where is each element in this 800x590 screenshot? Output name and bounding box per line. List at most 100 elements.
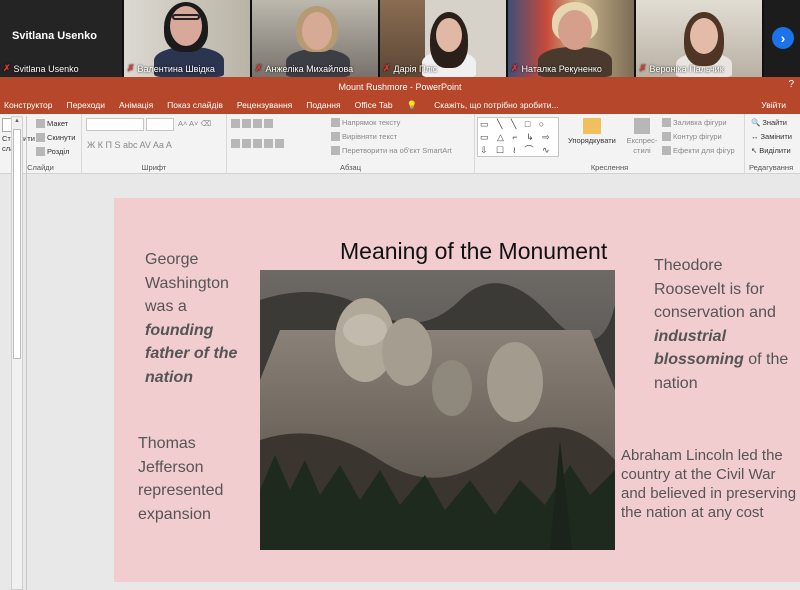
title-bar: Mount Rushmore - PowerPoint ?: [0, 77, 800, 96]
font-grow-shrink[interactable]: A˄ A˅ ⌫: [178, 119, 211, 128]
bullets-icon: [231, 119, 240, 128]
smartart-button[interactable]: Перетворити на об'єкт SmartArt: [331, 146, 452, 155]
window-title: Mount Rushmore - PowerPoint: [338, 81, 462, 92]
align-right-icon: [253, 139, 262, 148]
washington-text-plain: George Washington was a: [145, 251, 229, 315]
participant-name: Валентина Швідка: [137, 63, 215, 74]
shape-effects-label: Ефекти для фігур: [673, 146, 735, 155]
help-icon[interactable]: ?: [788, 79, 794, 90]
find-label: Знайти: [762, 118, 788, 127]
indent-icon: [253, 119, 262, 128]
group-font: A˄ A˅ ⌫ Ж К П S abc AV Aa A Шрифт: [82, 114, 227, 174]
justify-icon: [264, 139, 273, 148]
arrange-icon: [582, 118, 601, 134]
participant-name: Svitlana Usenko: [13, 63, 79, 74]
section-label: Розділ: [47, 147, 70, 156]
numbering-icon: [242, 119, 251, 128]
font-name-input[interactable]: [86, 118, 144, 131]
text-direction-button[interactable]: Напрямок тексту: [331, 118, 400, 127]
align-text-label: Вирівняти текст: [342, 132, 397, 141]
participant-tile-anzhelika[interactable]: ✗ Анжеліка Михайлова: [252, 0, 380, 77]
participant-tile-veronika[interactable]: ✗ Вероніка Пальчик: [636, 0, 764, 77]
mic-off-icon: ✗: [3, 63, 11, 73]
font-size-input[interactable]: [146, 118, 174, 131]
tab-review[interactable]: Рецензування: [237, 100, 292, 110]
slide-title[interactable]: Meaning of the Monument: [340, 238, 607, 265]
tab-transitions[interactable]: Переходи: [66, 100, 105, 110]
shapes-gallery[interactable]: ▭ ╲ ╲ □ ○ ▭ △ ⌐ ↳ ⇨ ⇩ ☐ ≀ ⌒ ∿ { } ☆: [477, 117, 559, 157]
roosevelt-text[interactable]: Theodore Roosevelt is for conservation a…: [654, 254, 789, 395]
scroll-up-icon[interactable]: ▲: [14, 118, 20, 124]
tell-me-text: Скажіть, що потрібно зробити...: [434, 100, 559, 110]
ribbon: Створити слайд Макет Скинути Розділ Слай…: [0, 114, 800, 174]
mic-off-icon: ✗: [639, 63, 647, 73]
group-editing: 🔍 Знайти ↔ Замінити ↖ Виділити Редагування: [745, 114, 800, 174]
lincoln-text[interactable]: Abraham Lincoln led the country at the C…: [621, 446, 799, 522]
pen-icon: [662, 132, 671, 141]
mic-off-icon: ✗: [127, 63, 135, 73]
shape-fill-button[interactable]: Заливка фігури: [662, 118, 727, 127]
jefferson-text[interactable]: Thomas Jefferson represented expansion: [138, 432, 243, 526]
font-format-row[interactable]: Ж К П S abc AV Aa A: [87, 140, 172, 150]
lightbulb-icon: 💡: [406, 99, 418, 110]
pane-divider[interactable]: [26, 116, 27, 590]
reset-icon: [36, 133, 45, 142]
tab-slideshow[interactable]: Показ слайдів: [167, 100, 223, 110]
shape-effects-button[interactable]: Ефекти для фігур: [662, 146, 735, 155]
mic-off-icon: ✗: [511, 63, 519, 73]
replace-button[interactable]: ↔ Замінити: [751, 132, 792, 141]
tab-animations[interactable]: Анімація: [119, 100, 153, 110]
scrollbar-thumb[interactable]: [13, 129, 21, 359]
align-buttons[interactable]: [231, 139, 284, 148]
text-direction-label: Напрямок тексту: [342, 118, 401, 127]
align-center-icon: [242, 139, 251, 148]
smartart-icon: [331, 146, 340, 155]
quick-styles-icon: [634, 118, 650, 134]
section-icon: [36, 147, 45, 156]
layout-button[interactable]: Макет: [36, 119, 68, 128]
roosevelt-text-plain: Theodore Roosevelt is for conservation a…: [654, 257, 776, 321]
participant-tile-svitlana-usenko[interactable]: Svitlana Usenko ✗ Svitlana Usenko: [0, 0, 124, 77]
next-participants-button[interactable]: ›: [772, 27, 794, 49]
participant-label: ✗ Вероніка Пальчик: [639, 63, 724, 74]
sign-in-link[interactable]: Увійти: [761, 100, 786, 110]
chevron-right-icon: ›: [780, 30, 786, 46]
clear-format-icon: ⌫: [200, 119, 212, 128]
participant-label: ✗ Дарія Пліс: [383, 63, 437, 74]
tab-view[interactable]: Подання: [306, 100, 340, 110]
align-text-button[interactable]: Вирівняти текст: [331, 132, 397, 141]
quick-styles-button[interactable]: Експрес-стилі: [624, 118, 660, 156]
participant-label: ✗ Анжеліка Михайлова: [255, 63, 353, 74]
participant-name: Вероніка Пальчик: [649, 63, 724, 74]
text-direction-icon: [331, 118, 340, 127]
select-button[interactable]: ↖ Виділити: [751, 146, 791, 155]
arrange-button[interactable]: Упорядкувати: [568, 118, 616, 145]
tab-office-tab[interactable]: Office Tab: [355, 100, 393, 110]
participant-tile-dariia[interactable]: ✗ Дарія Пліс: [380, 0, 508, 77]
reset-button[interactable]: Скинути: [36, 133, 75, 142]
smartart-label: Перетворити на об'єкт SmartArt: [342, 146, 452, 155]
select-label: Виділити: [759, 146, 791, 155]
person-face: [690, 18, 718, 54]
tell-me-box[interactable]: 💡 Скажіть, що потрібно зробити...: [407, 100, 573, 111]
mount-rushmore-photo[interactable]: [260, 270, 615, 550]
replace-label: Замінити: [760, 132, 792, 141]
person-face: [302, 12, 332, 50]
tab-design[interactable]: Конструктор: [4, 100, 52, 110]
find-button[interactable]: 🔍 Знайти: [751, 118, 787, 127]
participant-name: Анжеліка Михайлова: [265, 63, 354, 74]
shape-outline-label: Контур фігури: [673, 132, 722, 141]
participant-tile-natalka[interactable]: ✗ Наталка Рекуненко: [508, 0, 636, 77]
group-label: Абзац: [339, 163, 362, 172]
slide-canvas[interactable]: Meaning of the Monument George Washingto…: [114, 198, 800, 582]
shape-outline-button[interactable]: Контур фігури: [662, 132, 722, 141]
participant-label: ✗ Наталка Рекуненко: [511, 63, 602, 74]
section-button[interactable]: Розділ: [36, 147, 69, 156]
thumbnail-scrollbar[interactable]: ▲: [11, 116, 23, 590]
washington-text[interactable]: George Washington was a founding father …: [145, 248, 257, 389]
person-face: [170, 6, 202, 46]
quick-styles-label: Експрес-стилі: [626, 136, 658, 155]
person-face: [436, 18, 462, 52]
list-buttons[interactable]: [231, 119, 273, 128]
participant-tile-valentyna[interactable]: ✗ Валентина Швідка: [124, 0, 252, 77]
